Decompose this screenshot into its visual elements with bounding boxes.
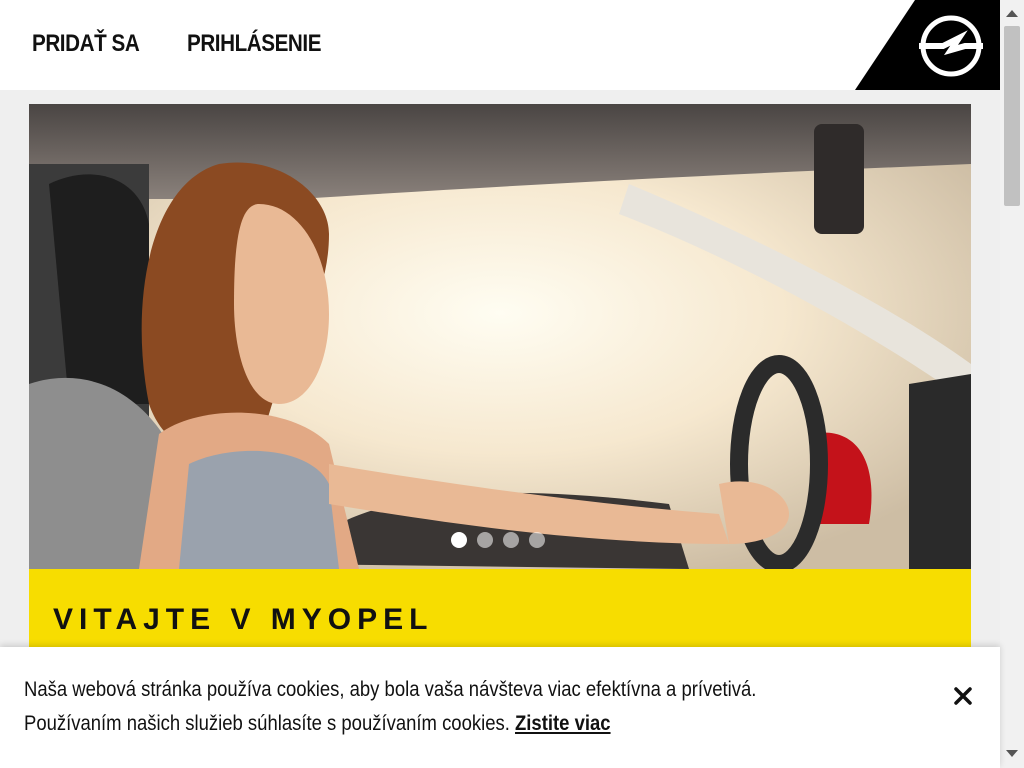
scroll-down-arrow-icon[interactable] xyxy=(1006,750,1018,757)
hero-image xyxy=(29,104,971,569)
carousel-dots xyxy=(451,532,555,548)
opel-logo-icon xyxy=(855,0,1000,90)
carousel-dot-3[interactable] xyxy=(503,532,519,548)
cookie-more-link[interactable]: Zistite viac xyxy=(515,712,611,735)
login-link[interactable]: PRIHLÁSENIE xyxy=(187,30,321,58)
cookie-text-line-1: Naša webová stránka používa cookies, aby… xyxy=(24,678,757,701)
carousel-dot-4[interactable] xyxy=(529,532,545,548)
cookie-text: Používaním našich služieb súhlasíte s po… xyxy=(24,712,510,735)
hero-carousel[interactable] xyxy=(29,104,971,569)
carousel-dot-2[interactable] xyxy=(477,532,493,548)
cookie-text-line-2: Používaním našich služieb súhlasíte s po… xyxy=(24,712,611,736)
join-link[interactable]: PRIDAŤ SA xyxy=(32,30,140,58)
scroll-thumb[interactable] xyxy=(1004,26,1020,206)
scrollbar[interactable] xyxy=(1000,0,1024,768)
site-header: PRIDAŤ SA PRIHLÁSENIE xyxy=(0,0,1000,90)
carousel-dot-1[interactable] xyxy=(451,532,467,548)
scroll-up-arrow-icon[interactable] xyxy=(1006,10,1018,17)
close-icon[interactable] xyxy=(952,685,974,707)
opel-logo[interactable] xyxy=(855,0,1000,90)
welcome-title: VITAJTE V MYOPEL xyxy=(53,603,434,636)
cookie-banner: Naša webová stránka používa cookies, aby… xyxy=(0,647,1000,768)
